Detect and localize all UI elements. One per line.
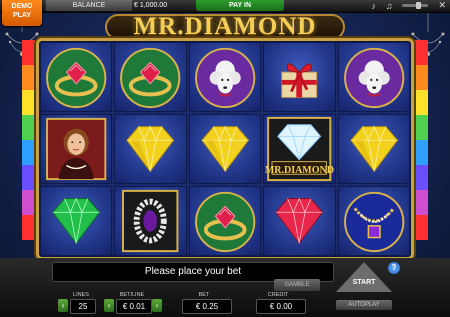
reel-symbol-ring-ruby xyxy=(188,186,262,256)
volume-slider[interactable] xyxy=(402,2,429,9)
bet-label: BET xyxy=(198,292,210,298)
necklace-icon xyxy=(343,191,404,253)
diamond-red-icon xyxy=(275,197,324,245)
side-lights-left xyxy=(22,40,36,240)
reel-symbol-necklace xyxy=(337,186,410,256)
autoplay-button[interactable]: AUTOPLAY xyxy=(336,300,392,310)
betline-minus-button[interactable]: ‹ xyxy=(104,299,114,312)
topbar-icons: ♪ ♫ ✕ xyxy=(371,0,446,11)
poodle-icon xyxy=(343,47,404,109)
ring-ruby-icon xyxy=(120,47,181,109)
diamond-yellow-icon xyxy=(201,125,249,173)
reel-symbol-diamond-green xyxy=(40,186,113,256)
side-lights-right xyxy=(414,40,428,240)
reel-symbol-ring-ruby xyxy=(40,42,113,112)
betline-label: BET/LINE xyxy=(119,292,145,298)
reel-symbol-poodle xyxy=(188,42,262,112)
wild-label: MR.DIAMOND xyxy=(264,165,334,176)
play-label: PLAY xyxy=(12,12,32,19)
lines-value: 25 xyxy=(70,299,96,314)
ring-ruby-icon xyxy=(194,191,256,253)
lady-portrait-icon xyxy=(46,117,107,181)
reel-grid: MR.DIAMOND xyxy=(40,42,410,256)
reel-symbol-poodle xyxy=(337,42,410,112)
reel-symbol-gift-box xyxy=(263,42,336,112)
lines-label: LINES xyxy=(73,292,89,298)
ring-oval-icon xyxy=(122,189,179,253)
volume-slider-handle[interactable] xyxy=(416,2,422,9)
demo-label: DEMO xyxy=(11,3,33,10)
demo-play-badge: DEMO PLAY xyxy=(2,0,42,26)
bet-value: € 0.25 xyxy=(182,299,232,314)
reel-symbol-lady-portrait xyxy=(40,114,113,184)
credit-value: € 0.00 xyxy=(256,299,306,314)
start-label[interactable]: START xyxy=(336,279,392,286)
fullscreen-icon[interactable]: ✕ xyxy=(438,0,446,11)
pay-in-button[interactable]: PAY IN xyxy=(196,0,284,11)
ring-ruby-icon xyxy=(46,47,107,109)
reel-symbol-diamond-yellow xyxy=(188,114,262,184)
balance-value: € 1,000.00 xyxy=(134,2,168,9)
lines-minus-button[interactable]: ‹ xyxy=(58,299,68,312)
start-button[interactable] xyxy=(336,262,392,292)
reel-symbol-diamond-red xyxy=(263,186,336,256)
game-scene: DEMO PLAY BALANCE € 1,000.00 PAY IN ♪ ♫ … xyxy=(0,0,450,317)
reel-symbol-ring-ruby xyxy=(114,42,187,112)
balance-label: BALANCE xyxy=(46,0,132,11)
poodle-icon xyxy=(194,47,256,109)
music-icon[interactable]: ♪ xyxy=(371,1,376,11)
credit-label: CREDIT xyxy=(267,292,289,298)
betline-plus-button[interactable]: › xyxy=(152,299,162,312)
reel-symbol-diamond-yellow xyxy=(114,114,187,184)
diamond-yellow-icon xyxy=(349,125,398,173)
diamond-yellow-icon xyxy=(126,125,175,173)
diamond-green-icon xyxy=(52,197,101,245)
reel-symbol-mr-diamond-wild: MR.DIAMOND xyxy=(263,114,336,184)
gamble-button[interactable]: GAMBLE xyxy=(274,279,320,291)
reel-symbol-diamond-yellow xyxy=(337,114,410,184)
reel-symbol-ring-oval xyxy=(114,186,187,256)
gift-box-icon xyxy=(281,63,318,98)
betline-value: € 0.01 xyxy=(116,299,152,314)
help-button[interactable]: ? xyxy=(388,262,400,274)
volume-icon: ♫ xyxy=(385,0,393,11)
